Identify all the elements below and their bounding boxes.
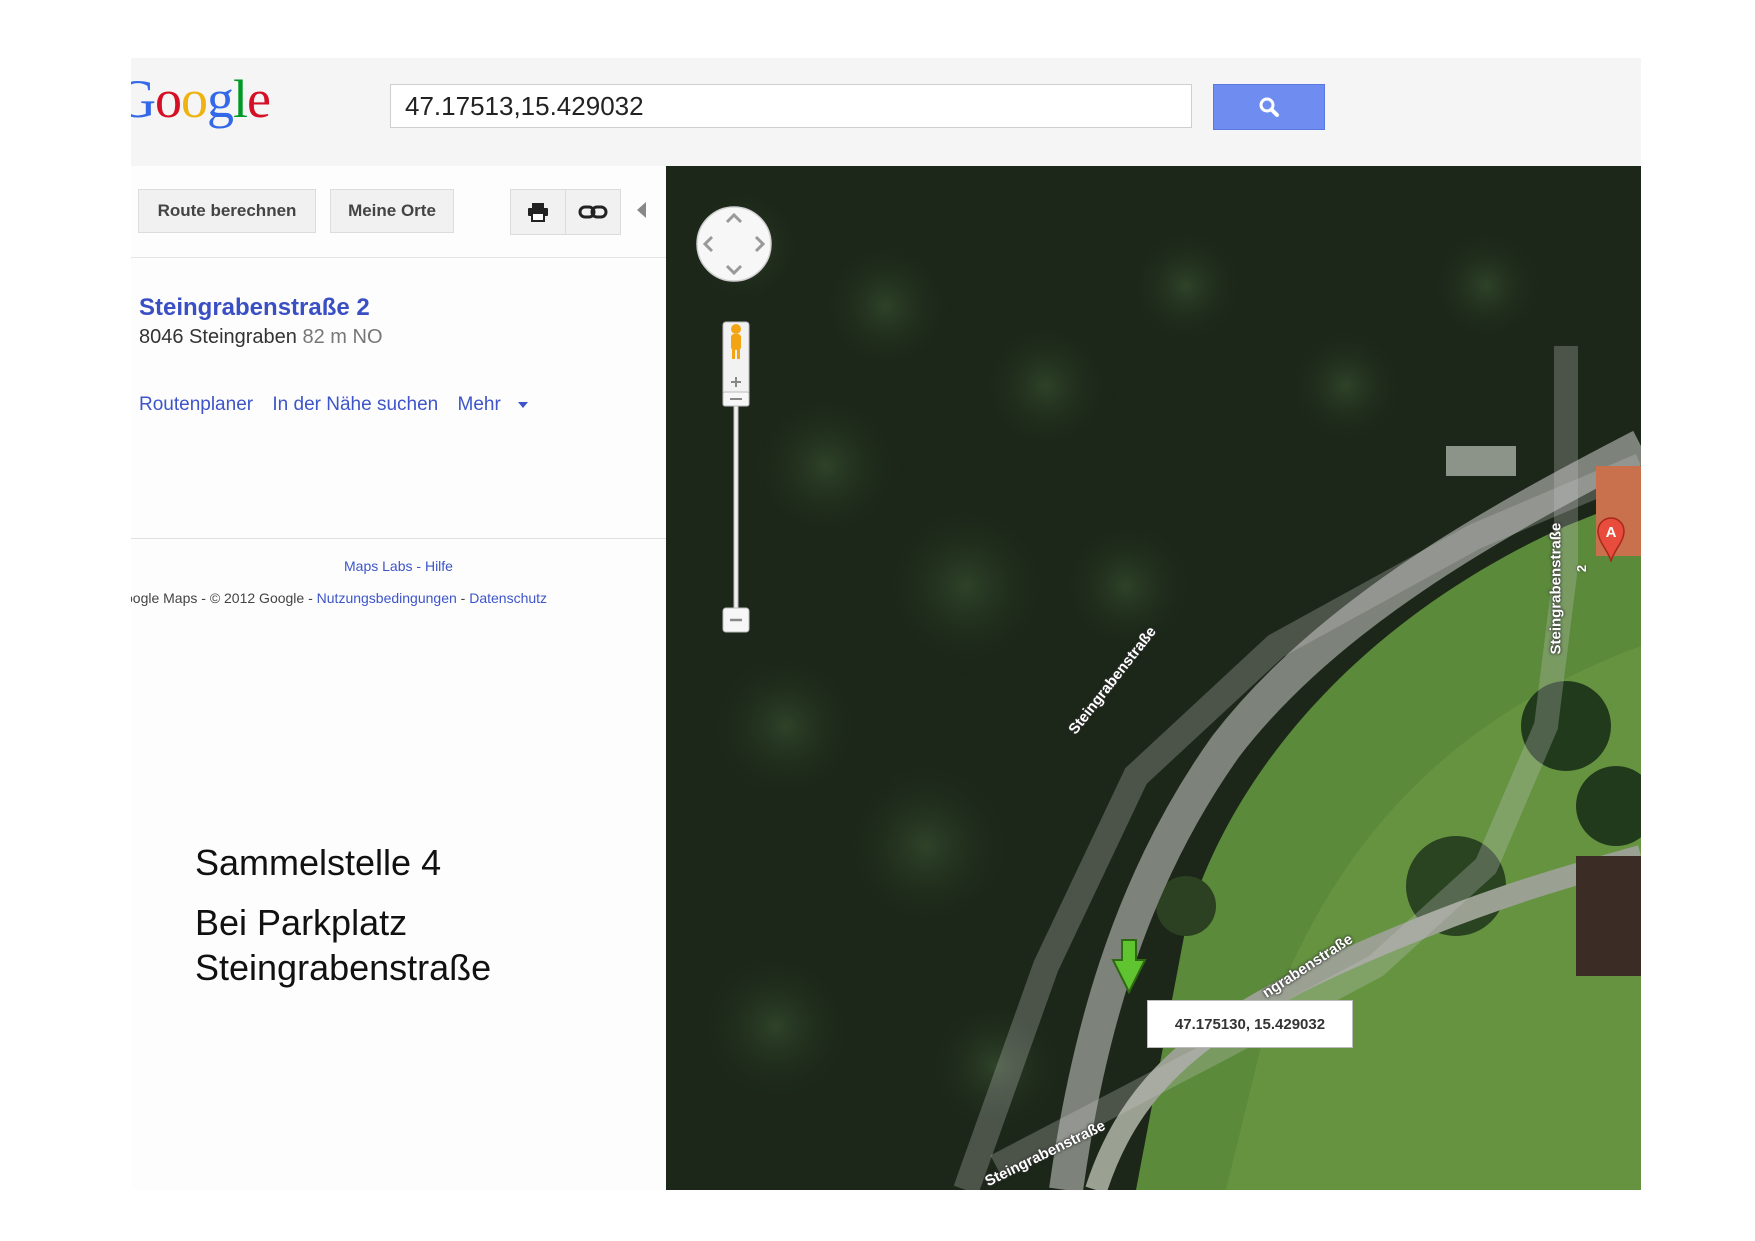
copyright-text: oogle Maps - © 2012 Google - — [131, 590, 317, 606]
search-input[interactable] — [391, 85, 1191, 127]
link-button[interactable] — [565, 189, 621, 235]
pegman-icon[interactable] — [722, 321, 750, 365]
caption-line: Bei Parkplatz — [195, 902, 408, 943]
satellite-map[interactable]: Steingrabenstraße Steingrabenstraße ngra… — [666, 166, 1641, 1190]
caption-title: Sammelstelle 4 — [195, 842, 442, 883]
footer-legal: oogle Maps - © 2012 Google - Nutzungsbed… — [131, 590, 547, 606]
footer-separator: - — [456, 590, 470, 606]
logo-letter: l — [233, 69, 248, 129]
footer-links: Maps Labs - Hilfe — [131, 558, 666, 574]
left-panel: Route berechnen Meine Orte Steingrabenst… — [131, 166, 666, 1190]
logo-letter: o — [155, 69, 182, 129]
top-bar: Google — [131, 58, 1641, 166]
search-icon — [1259, 97, 1279, 117]
location-arrow-icon[interactable] — [1111, 938, 1147, 994]
result-actions: Routenplaner In der Nähe suchen Mehr — [139, 394, 542, 416]
caption-line: Steingrabenstraße — [195, 947, 492, 988]
nearby-search-link[interactable]: In der Nähe suchen — [272, 394, 438, 415]
help-link[interactable]: Hilfe — [425, 558, 453, 574]
marker-letter: A — [1606, 524, 1617, 541]
address-text: 8046 Steingraben — [139, 326, 297, 348]
divider — [131, 257, 666, 258]
house-number-label: 2 — [1574, 564, 1590, 573]
coordinate-label: 47.175130, 15.429032 — [1147, 1000, 1353, 1048]
google-logo[interactable]: Google — [131, 69, 271, 129]
maps-labs-link[interactable]: Maps Labs — [344, 558, 412, 574]
logo-letter: G — [131, 69, 156, 129]
street-label: Steingrabenstraße — [1547, 522, 1565, 655]
divider — [131, 538, 666, 539]
collapse-panel-icon[interactable] — [637, 202, 646, 218]
more-link[interactable]: Mehr — [458, 394, 528, 415]
route-button[interactable]: Route berechnen — [138, 189, 316, 233]
privacy-link[interactable]: Datenschutz — [469, 590, 547, 606]
logo-letter: e — [247, 69, 271, 129]
link-icon — [578, 205, 608, 219]
caption-location: Bei Parkplatz Steingrabenstraße — [195, 900, 491, 990]
more-label: Mehr — [457, 394, 501, 415]
caret-down-icon — [517, 401, 528, 408]
my-places-button[interactable]: Meine Orte — [330, 189, 454, 233]
marker-a-icon[interactable]: A — [1596, 516, 1626, 562]
print-button[interactable] — [510, 189, 566, 235]
print-icon — [528, 203, 548, 222]
search-box[interactable] — [390, 84, 1192, 128]
search-button[interactable] — [1213, 84, 1325, 130]
zoom-control[interactable] — [722, 320, 750, 650]
maps-window: Google Route berechnen Meine Orte — [131, 58, 1641, 1190]
logo-letter: o — [181, 69, 208, 129]
footer-separator: - — [412, 558, 425, 574]
result-title[interactable]: Steingrabenstraße 2 — [139, 294, 370, 322]
pan-control[interactable] — [695, 205, 773, 283]
terms-link[interactable]: Nutzungsbedingungen — [317, 590, 457, 606]
distance-text: 82 m NO — [302, 326, 383, 348]
route-planner-link[interactable]: Routenplaner — [139, 394, 253, 415]
result-address: 8046 Steingraben 82 m NO — [139, 326, 383, 349]
logo-letter: g — [207, 69, 234, 129]
